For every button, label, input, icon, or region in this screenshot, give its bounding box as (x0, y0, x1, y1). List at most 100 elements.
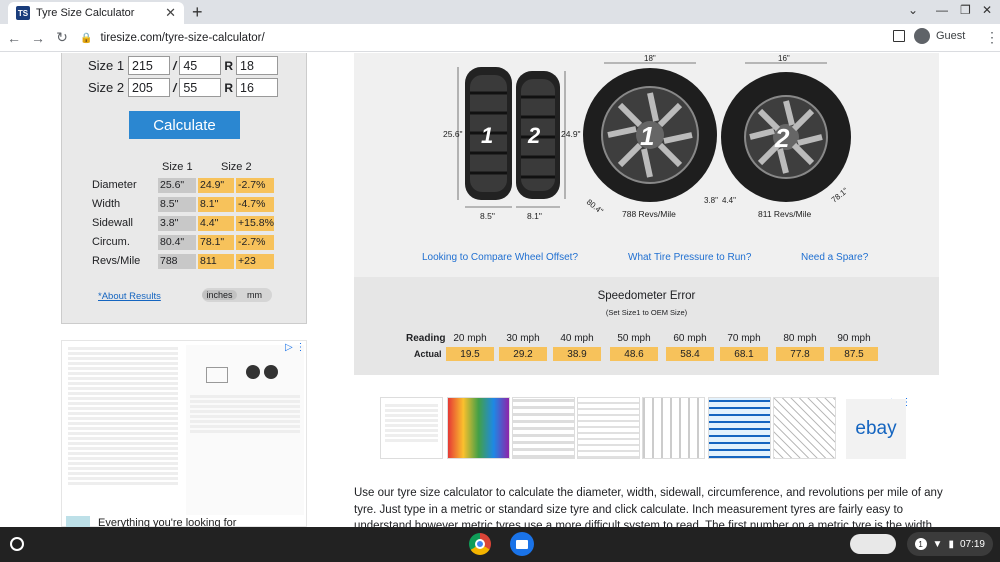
minimize-icon[interactable]: — (936, 3, 948, 17)
status-tray[interactable]: 1 ▼ ▮ 07:19 (907, 532, 993, 556)
result-size2: 78.1" (198, 234, 234, 250)
files-app-icon[interactable] (510, 532, 534, 556)
actual-value: 58.4 (666, 347, 714, 361)
wheel1-number: 1 (640, 121, 654, 151)
rim2-label: 16" (778, 54, 790, 63)
ad-table-image (64, 345, 182, 515)
size2-width-input[interactable]: 205 (128, 78, 170, 97)
ad-thumbnail[interactable] (447, 397, 510, 459)
page-content: Size 1 215 / 45 R 18 Size 2 205 / 55 R 1… (0, 53, 1000, 527)
result-row: Width 8.5" 8.1" -4.7% (92, 196, 276, 212)
need-spare-link[interactable]: Need a Spare? (801, 252, 868, 263)
size1-row: Size 1 215 / 45 R 18 (88, 56, 279, 75)
result-name: Revs/Mile (92, 255, 141, 267)
result-size1: 788 (158, 253, 196, 269)
address-bar[interactable]: 🔒 tiresize.com/tyre-size-calculator/ (80, 26, 880, 50)
ad-thumbnail[interactable] (773, 397, 836, 459)
wheel2-number: 2 (774, 123, 790, 153)
speedometer-subtitle: (Set Size1 to OEM Size) (605, 308, 688, 317)
browser-menu-icon[interactable]: ⋮ (985, 29, 999, 46)
col-size2-header: Size 2 (221, 161, 252, 173)
result-diff: +15.8% (236, 215, 274, 231)
reading-value: 30 mph (506, 333, 540, 344)
ad-title[interactable]: Everything you're looking for (98, 517, 236, 527)
about-results-link[interactable]: *About Results (98, 291, 161, 302)
sidewall1-label: 3.8" (704, 196, 718, 205)
launcher-icon[interactable] (10, 537, 24, 551)
profile-label: Guest (936, 30, 966, 42)
rim-label: R (224, 58, 234, 73)
result-size1: 25.6" (158, 177, 196, 193)
ad-thumbnail[interactable] (380, 397, 443, 459)
avatar-icon (914, 28, 930, 44)
revs1-label: 788 Revs/Mile (622, 209, 676, 219)
size2-row: Size 2 205 / 55 R 16 (88, 78, 279, 97)
result-diff: -4.7% (236, 196, 274, 212)
result-name: Circum. (92, 236, 130, 248)
side-panel-icon[interactable] (893, 30, 905, 42)
reading-value: 90 mph (837, 333, 871, 344)
ad-thumbnail[interactable] (642, 397, 705, 459)
reading-value: 20 mph (453, 333, 487, 344)
notification-count: 1 (914, 538, 927, 550)
size1-ratio-input[interactable]: 45 (179, 56, 222, 75)
side-width2-label: 8.1" (527, 211, 542, 221)
user-pod[interactable] (850, 534, 896, 554)
forward-icon[interactable]: → (28, 30, 48, 46)
ad-logo-icon (66, 516, 90, 527)
wheel-offset-link[interactable]: Looking to Compare Wheel Offset? (422, 252, 578, 263)
reload-icon[interactable]: ↻ (52, 29, 72, 46)
reading-value: 70 mph (727, 333, 761, 344)
result-name: Width (92, 198, 121, 210)
tyre2-side-number: 2 (527, 123, 541, 148)
lock-icon: 🔒 (80, 32, 93, 44)
ebay-logo[interactable]: ebay (846, 399, 906, 459)
ad-thumbnail[interactable] (577, 397, 640, 459)
tab-search-icon[interactable]: ⌄ (908, 3, 918, 17)
speedometer-error-panel: Speedometer Error (Set Size1 to OEM Size… (354, 277, 939, 375)
side-width1-label: 8.5" (480, 211, 495, 221)
tyre-diagram: 1 2 25.6" 24.9" 8.5" 8.1" 1 18" 80.4" 3.… (443, 54, 851, 221)
result-diff: +23 (236, 253, 274, 269)
revs2-label: 811 Revs/Mile (758, 209, 811, 219)
size1-rim-input[interactable]: 18 (236, 56, 279, 75)
actual-value: 38.9 (553, 347, 601, 361)
profile-button[interactable]: Guest (914, 28, 965, 44)
browser-tab[interactable]: TS Tyre Size Calculator ✕ (8, 2, 184, 24)
chrome-app-icon[interactable] (469, 533, 491, 555)
close-tab-icon[interactable]: ✕ (165, 5, 176, 21)
rim1-label: 18" (644, 54, 656, 63)
slash-separator: / (173, 58, 177, 73)
wifi-icon: ▼ (932, 538, 943, 550)
circ1-label: 80.4" (585, 197, 605, 216)
advertisement-left[interactable]: ▷ ⋮ Everything you're looking for (61, 340, 307, 527)
calculate-button[interactable]: Calculate (129, 111, 240, 139)
size1-width-input[interactable]: 215 (128, 56, 170, 75)
close-window-icon[interactable]: ✕ (982, 3, 992, 17)
ad-choices-icon[interactable]: ▷ ⋮ (285, 342, 305, 353)
ad-thumbnail[interactable] (512, 397, 575, 459)
unit-mm[interactable]: mm (237, 290, 272, 300)
os-shelf: 1 ▼ ▮ 07:19 (0, 527, 1000, 562)
restore-icon[interactable]: ❐ (960, 3, 971, 17)
ad-thumbnail[interactable] (708, 397, 771, 459)
url-text: tiresize.com/tyre-size-calculator/ (100, 32, 265, 44)
result-name: Sidewall (92, 217, 133, 229)
tire-pressure-link[interactable]: What Tire Pressure to Run? (628, 252, 751, 263)
size2-ratio-input[interactable]: 55 (179, 78, 222, 97)
tyre1-side-number: 1 (481, 123, 493, 148)
result-size2: 24.9" (198, 177, 234, 193)
result-name: Diameter (92, 179, 137, 191)
battery-icon: ▮ (948, 538, 954, 550)
new-tab-icon[interactable]: + (192, 2, 203, 23)
size1-label: Size 1 (88, 58, 125, 73)
reading-label: Reading (406, 333, 446, 344)
size2-rim-input[interactable]: 16 (236, 78, 279, 97)
unit-inches[interactable]: inches (202, 290, 237, 300)
ad-image-strip[interactable]: ▷ ⋮ (380, 397, 920, 463)
result-row: Circum. 80.4" 78.1" -2.7% (92, 234, 276, 250)
browser-toolbar: ← → ↻ 🔒 tiresize.com/tyre-size-calculato… (0, 24, 1000, 52)
unit-toggle[interactable]: inches mm (202, 288, 272, 302)
back-icon[interactable]: ← (4, 30, 24, 46)
tyre-comparison-visual: 1 2 25.6" 24.9" 8.5" 8.1" 1 18" 80.4" 3.… (354, 53, 939, 277)
